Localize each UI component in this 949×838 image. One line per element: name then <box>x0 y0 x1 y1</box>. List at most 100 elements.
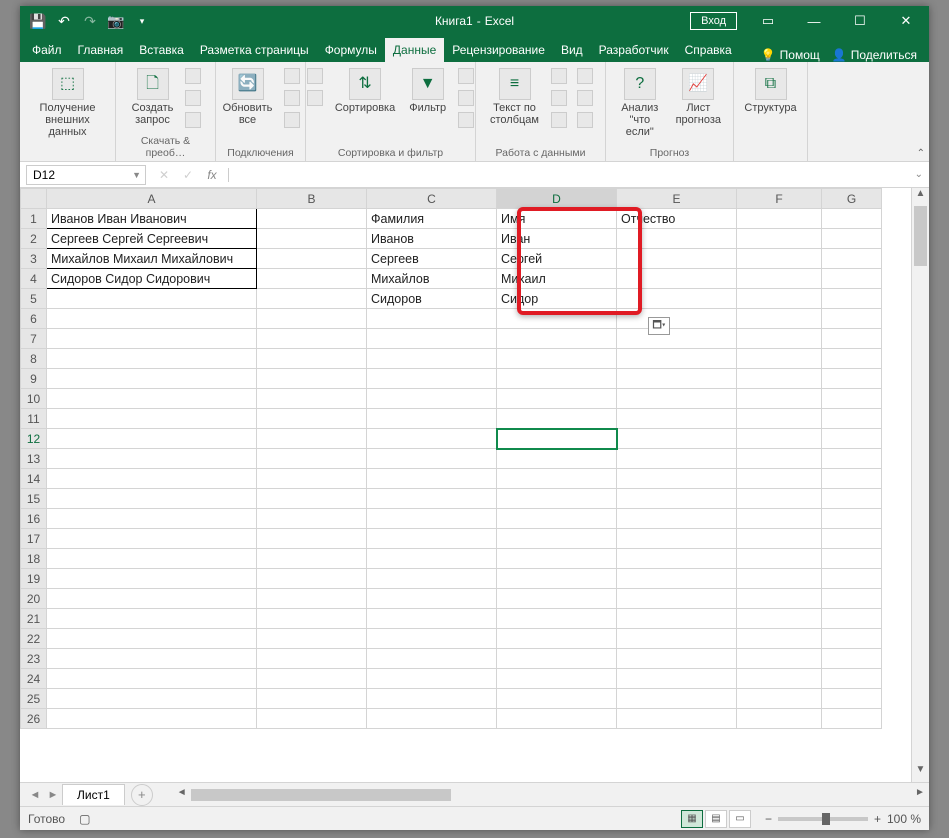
row-header-19[interactable]: 19 <box>21 569 47 589</box>
cell-F10[interactable] <box>737 389 822 409</box>
cell-D24[interactable] <box>497 669 617 689</box>
cell-D4[interactable]: Михаил <box>497 269 617 289</box>
col-header-B[interactable]: B <box>257 189 367 209</box>
cell-C4[interactable]: Михайлов <box>367 269 497 289</box>
cell-B15[interactable] <box>257 489 367 509</box>
cell-C10[interactable] <box>367 389 497 409</box>
row-header-21[interactable]: 21 <box>21 609 47 629</box>
cell-G21[interactable] <box>822 609 882 629</box>
row-header-7[interactable]: 7 <box>21 329 47 349</box>
cell-A9[interactable] <box>47 369 257 389</box>
consolidate-button[interactable] <box>575 66 595 86</box>
cell-A2[interactable]: Сергеев Сергей Сергеевич <box>47 229 257 249</box>
cell-A4[interactable]: Сидоров Сидор Сидорович <box>47 269 257 289</box>
cell-C23[interactable] <box>367 649 497 669</box>
cell-E10[interactable] <box>617 389 737 409</box>
row-header-11[interactable]: 11 <box>21 409 47 429</box>
cell-E5[interactable] <box>617 289 737 309</box>
sort-desc-button[interactable] <box>305 88 325 108</box>
add-sheet-button[interactable]: + <box>131 784 153 806</box>
cell-B18[interactable] <box>257 549 367 569</box>
row-header-15[interactable]: 15 <box>21 489 47 509</box>
show-queries-button[interactable] <box>183 66 203 86</box>
cell-G26[interactable] <box>822 709 882 729</box>
row-header-10[interactable]: 10 <box>21 389 47 409</box>
cell-D15[interactable] <box>497 489 617 509</box>
tab-home[interactable]: Главная <box>70 38 132 62</box>
cell-C11[interactable] <box>367 409 497 429</box>
cell-F26[interactable] <box>737 709 822 729</box>
edit-links-button[interactable] <box>282 110 302 130</box>
cell-A7[interactable] <box>47 329 257 349</box>
cell-E14[interactable] <box>617 469 737 489</box>
qat-dropdown-icon[interactable]: ▾ <box>130 9 154 33</box>
cell-A16[interactable] <box>47 509 257 529</box>
vertical-scrollbar[interactable]: ▲ ▼ <box>911 188 929 782</box>
view-normal-icon[interactable]: ▦ <box>681 810 703 828</box>
from-table-button[interactable] <box>183 88 203 108</box>
cell-D26[interactable] <box>497 709 617 729</box>
cell-D19[interactable] <box>497 569 617 589</box>
cell-C2[interactable]: Иванов <box>367 229 497 249</box>
cell-B9[interactable] <box>257 369 367 389</box>
cell-C25[interactable] <box>367 689 497 709</box>
cell-D16[interactable] <box>497 509 617 529</box>
sheet-nav-next-icon[interactable]: ► <box>44 789 62 801</box>
close-icon[interactable]: ✕ <box>883 6 929 36</box>
cell-B26[interactable] <box>257 709 367 729</box>
macro-record-icon[interactable]: ▢ <box>79 812 90 826</box>
row-header-5[interactable]: 5 <box>21 289 47 309</box>
cell-B20[interactable] <box>257 589 367 609</box>
col-header-A[interactable]: A <box>47 189 257 209</box>
col-header-F[interactable]: F <box>737 189 822 209</box>
cell-D11[interactable] <box>497 409 617 429</box>
cell-B1[interactable] <box>257 209 367 229</box>
cell-G17[interactable] <box>822 529 882 549</box>
cell-E17[interactable] <box>617 529 737 549</box>
fx-icon[interactable]: fx <box>200 168 224 182</box>
properties-button[interactable] <box>282 88 302 108</box>
ribbon-options-icon[interactable]: ▭ <box>745 6 791 36</box>
cell-C3[interactable]: Сергеев <box>367 249 497 269</box>
cell-B4[interactable] <box>257 269 367 289</box>
cell-G8[interactable] <box>822 349 882 369</box>
cell-E25[interactable] <box>617 689 737 709</box>
cell-B3[interactable] <box>257 249 367 269</box>
cell-G25[interactable] <box>822 689 882 709</box>
cell-E23[interactable] <box>617 649 737 669</box>
tell-me-button[interactable]: 💡Помощ <box>761 48 820 62</box>
cell-G4[interactable] <box>822 269 882 289</box>
undo-icon[interactable]: ↶ <box>52 9 76 33</box>
redo-icon[interactable]: ↷ <box>78 9 102 33</box>
cell-G24[interactable] <box>822 669 882 689</box>
what-if-button[interactable]: ? Анализ "что если" <box>614 66 666 140</box>
cell-F18[interactable] <box>737 549 822 569</box>
cell-C14[interactable] <box>367 469 497 489</box>
outline-button[interactable]: ⧉ Структура <box>740 66 800 116</box>
row-header-3[interactable]: 3 <box>21 249 47 269</box>
relationships-button[interactable] <box>575 88 595 108</box>
cell-F13[interactable] <box>737 449 822 469</box>
cell-E22[interactable] <box>617 629 737 649</box>
row-header-17[interactable]: 17 <box>21 529 47 549</box>
maximize-icon[interactable]: ☐ <box>837 6 883 36</box>
tab-insert[interactable]: Вставка <box>131 38 192 62</box>
cell-A10[interactable] <box>47 389 257 409</box>
cell-F6[interactable] <box>737 309 822 329</box>
cell-D21[interactable] <box>497 609 617 629</box>
scroll-left-icon[interactable]: ◄ <box>173 787 191 803</box>
cell-D9[interactable] <box>497 369 617 389</box>
cell-F11[interactable] <box>737 409 822 429</box>
cell-F3[interactable] <box>737 249 822 269</box>
cell-F16[interactable] <box>737 509 822 529</box>
row-header-14[interactable]: 14 <box>21 469 47 489</box>
cell-D3[interactable]: Сергей <box>497 249 617 269</box>
cell-A17[interactable] <box>47 529 257 549</box>
cell-C7[interactable] <box>367 329 497 349</box>
cell-E13[interactable] <box>617 449 737 469</box>
cell-B5[interactable] <box>257 289 367 309</box>
cell-E20[interactable] <box>617 589 737 609</box>
cell-C13[interactable] <box>367 449 497 469</box>
sort-asc-button[interactable] <box>305 66 325 86</box>
cell-C12[interactable] <box>367 429 497 449</box>
